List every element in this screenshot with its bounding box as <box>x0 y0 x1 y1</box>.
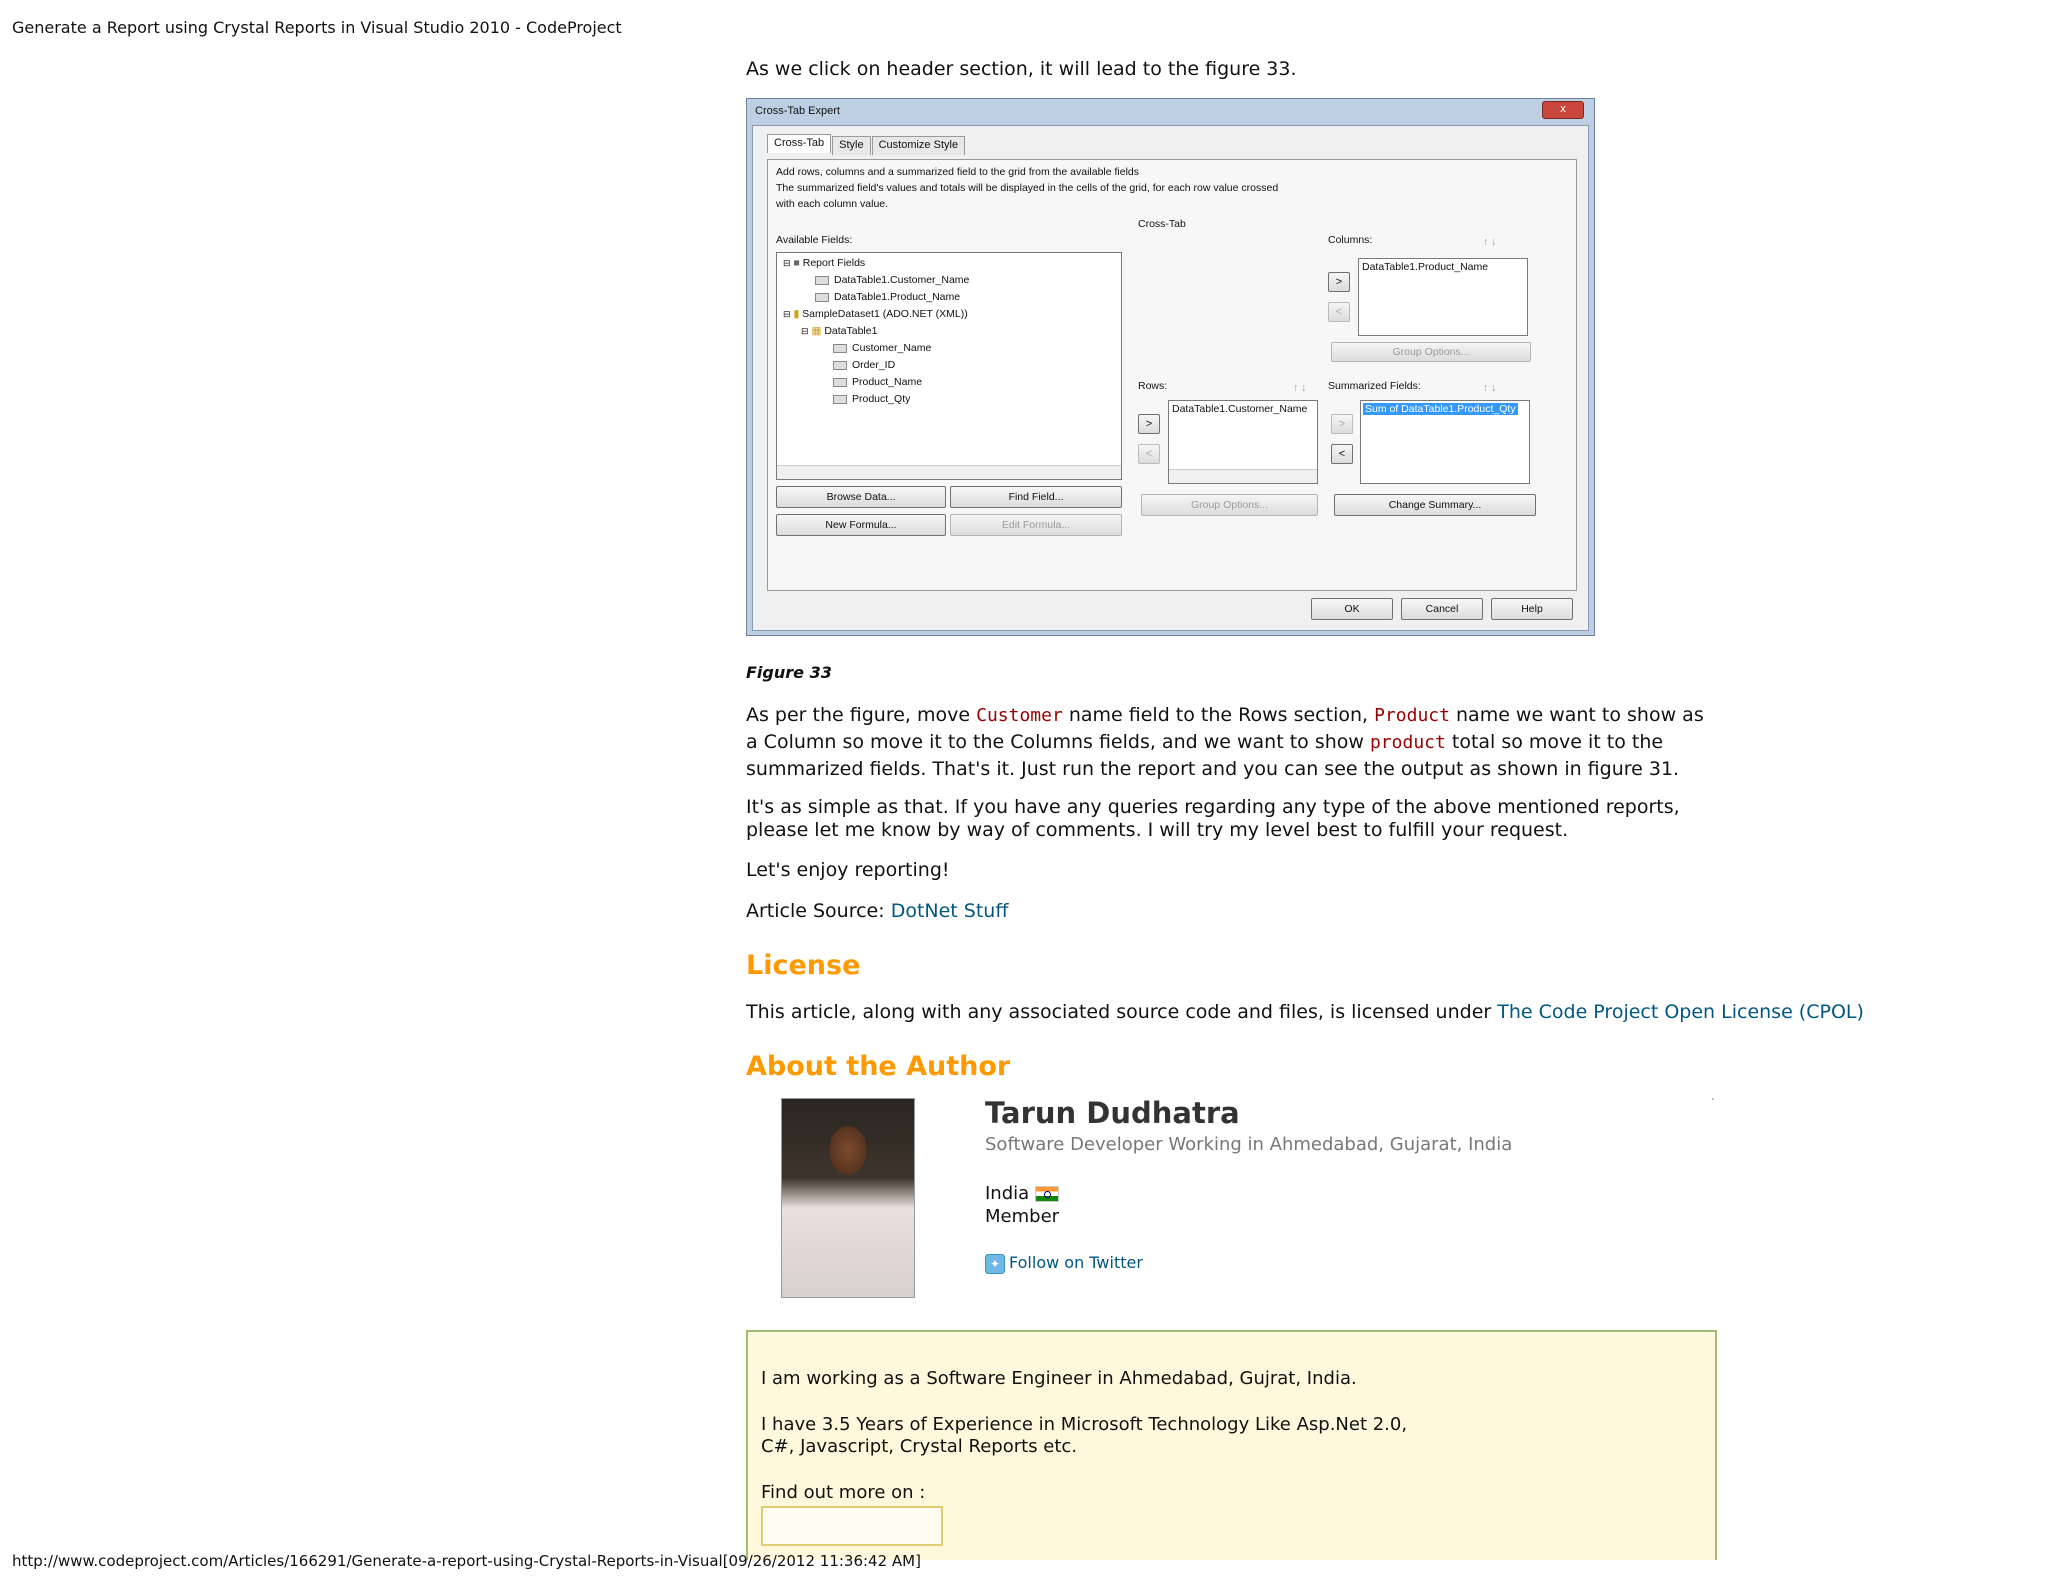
dotnet-stuff-link[interactable]: DotNet Stuff <box>891 900 1009 922</box>
summarized-value: Sum of DataTable1.Product_Qty <box>1363 403 1518 415</box>
license-heading: License <box>746 950 861 981</box>
sort-arrows-icon: ↑ ↓ <box>1483 382 1497 394</box>
dialog-description: with each column value. <box>776 198 889 210</box>
add-row-button: > <box>1138 414 1160 434</box>
rows-list: DataTable1.Customer_Name <box>1168 400 1318 484</box>
dialog-description: The summarized field's values and totals… <box>776 182 1279 194</box>
twitter-link[interactable]: Follow on Twitter <box>1009 1253 1143 1272</box>
tree-item: ⊟ ▦ DataTable1 <box>801 325 878 337</box>
author-name: Tarun Dudhatra <box>985 1096 1240 1130</box>
tree-item: Product_Qty <box>833 393 910 405</box>
tree-item: ⊟ ▮ SampleDataset1 (ADO.NET (XML)) <box>783 308 968 320</box>
close-icon: x <box>1542 101 1584 119</box>
tree-item: Customer_Name <box>833 342 931 354</box>
columns-list: DataTable1.Product_Name <box>1358 258 1528 336</box>
print-footer: http://www.codeproject.com/Articles/1662… <box>12 1552 921 1570</box>
license-text: This article, along with any associated … <box>746 1001 1864 1023</box>
tab-cross-tab: Cross-Tab <box>767 134 832 153</box>
add-column-button: > <box>1328 272 1350 292</box>
sort-arrows-icon: ↑ ↓ <box>1483 236 1497 248</box>
tab-style: Style <box>832 136 871 155</box>
bio-line: Find out more on : <box>761 1482 926 1503</box>
cpol-link[interactable]: The Code Project Open License (CPOL) <box>1497 1001 1864 1023</box>
author-country: India <box>985 1183 1060 1204</box>
tab-panel: Add rows, columns and a summarized field… <box>767 159 1577 591</box>
article-source: Article Source: DotNet Stuff <box>746 900 1009 922</box>
edit-formula-button: Edit Formula... <box>950 514 1122 536</box>
tree-item: Order_ID <box>833 359 895 371</box>
summarized-fields-label: Summarized Fields: <box>1328 380 1421 392</box>
code-product-lower: product <box>1369 732 1446 753</box>
available-fields-label: Available Fields: <box>776 234 853 246</box>
figure-caption: Figure 33 <box>746 663 832 682</box>
remove-column-button: < <box>1328 302 1350 322</box>
sort-arrows-icon: ↑ ↓ <box>1293 382 1307 394</box>
tab-customize-style: Customize Style <box>871 136 966 155</box>
author-role: Member <box>985 1206 1060 1227</box>
remove-row-button: < <box>1138 444 1160 464</box>
tree-item: Product_Name <box>833 376 922 388</box>
dialog-title: Cross-Tab Expert <box>755 105 840 117</box>
print-header: Generate a Report using Crystal Reports … <box>12 18 622 37</box>
dialog-description: Add rows, columns and a summarized field… <box>776 166 1140 178</box>
add-summary-button: > <box>1331 414 1353 434</box>
intro-text: As we click on header section, it will l… <box>746 58 1297 80</box>
find-field-button: Find Field... <box>950 486 1122 508</box>
rows-value: DataTable1.Customer_Name <box>1172 403 1308 415</box>
follow-on-twitter[interactable]: ✦ Follow on Twitter <box>985 1253 1143 1274</box>
column-group-options-button: Group Options... <box>1331 342 1531 362</box>
code-customer: Customer <box>976 705 1063 726</box>
help-button: Help <box>1491 598 1573 620</box>
author-job: Software Developer Working in Ahmedabad,… <box>985 1134 1513 1155</box>
bio-line: I have 3.5 Years of Experience in Micros… <box>761 1414 1408 1435</box>
tree-item: ⊟ ■ Report Fields <box>783 257 866 269</box>
cross-tab-expert-screenshot: Cross-Tab Expert x Cross-Tab Style Custo… <box>746 98 1595 636</box>
horizontal-scrollbar <box>777 465 1121 479</box>
tree-item: DataTable1.Product_Name <box>815 291 960 303</box>
rows-label: Rows: <box>1138 380 1168 392</box>
bio-line: C#, Javascript, Crystal Reports etc. <box>761 1436 1078 1457</box>
author-bio: I am working as a Software Engineer in A… <box>746 1330 1717 1560</box>
available-fields-tree: ⊟ ■ Report Fields DataTable1.Customer_Na… <box>776 252 1122 480</box>
horizontal-scrollbar <box>1169 469 1317 483</box>
code-product: Product <box>1374 705 1450 726</box>
about-author-heading: About the Author <box>746 1051 1011 1082</box>
twitter-bird-icon: ✦ <box>985 1253 1005 1274</box>
row-group-options-button: Group Options... <box>1141 494 1318 516</box>
india-flag-icon <box>1035 1186 1060 1202</box>
dialog-body: Cross-Tab Style Customize Style Add rows… <box>752 125 1589 631</box>
paragraph-instructions: As per the figure, move Customer name fi… <box>746 704 1704 780</box>
remove-summary-button: < <box>1331 444 1353 464</box>
author-photo <box>781 1098 915 1298</box>
bio-line: I am working as a Software Engineer in A… <box>761 1368 1357 1389</box>
dialog-tabs: Cross-Tab Style Customize Style <box>767 134 966 155</box>
new-formula-button: New Formula... <box>776 514 946 536</box>
columns-value: DataTable1.Product_Name <box>1362 261 1489 273</box>
browse-data-button: Browse Data... <box>776 486 946 508</box>
change-summary-button: Change Summary... <box>1334 494 1536 516</box>
tree-item: DataTable1.Customer_Name <box>815 274 969 286</box>
summarized-fields-list: Sum of DataTable1.Product_Qty <box>1360 400 1530 484</box>
paragraph-queries: It's as simple as that. If you have any … <box>746 796 1680 841</box>
decorative-dot <box>1712 1098 1714 1100</box>
paragraph-enjoy: Let's enjoy reporting! <box>746 859 950 881</box>
bio-links-box <box>761 1506 943 1546</box>
columns-label: Columns: <box>1328 234 1373 246</box>
ok-button: OK <box>1311 598 1393 620</box>
cancel-button: Cancel <box>1401 598 1483 620</box>
cross-tab-label: Cross-Tab <box>1138 218 1186 230</box>
